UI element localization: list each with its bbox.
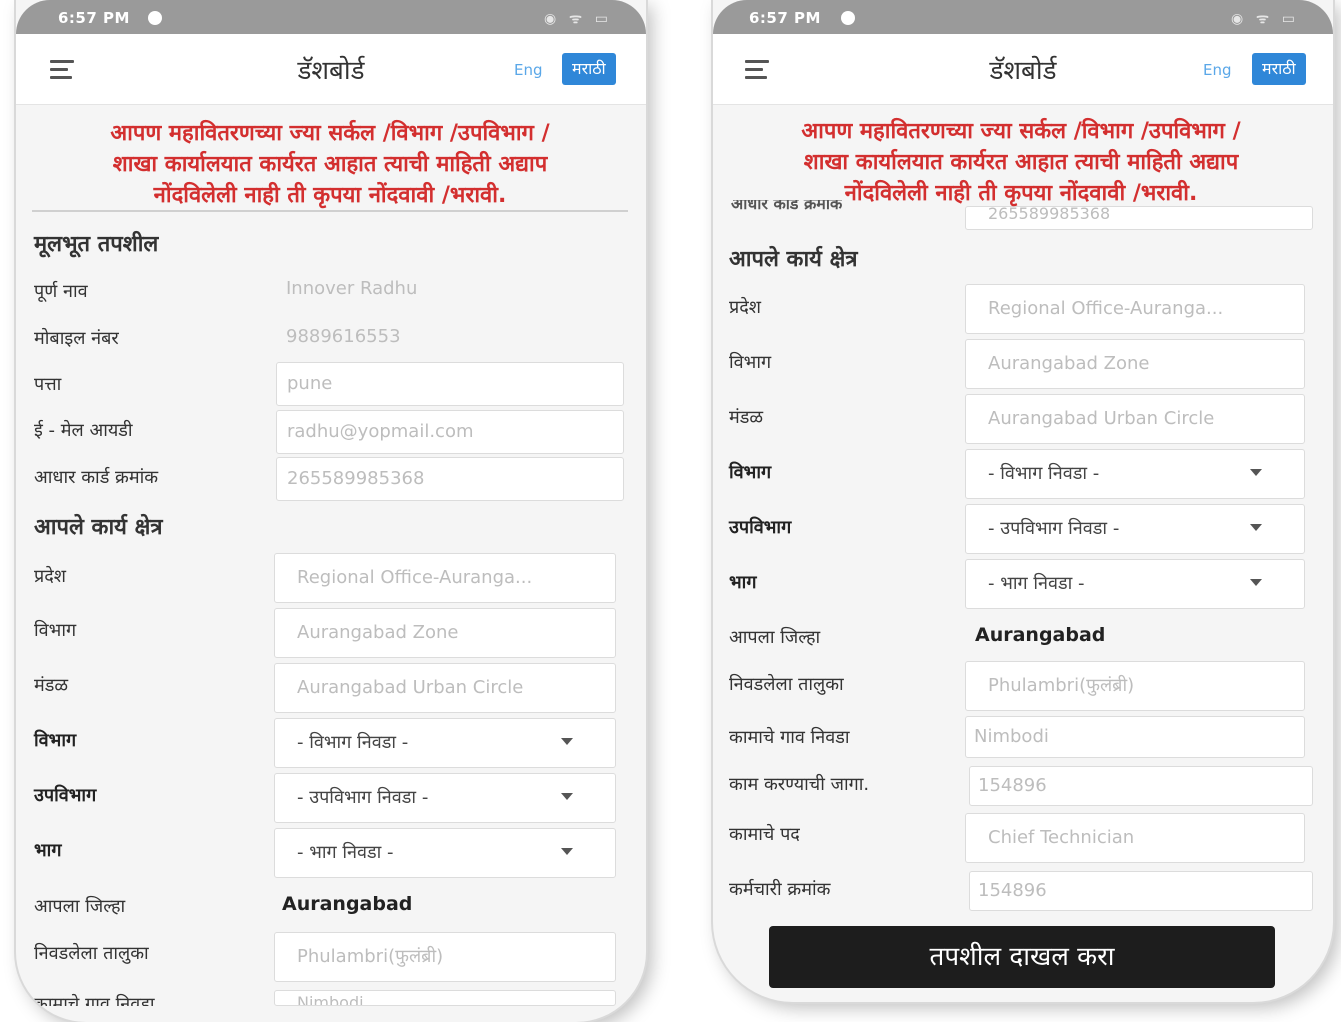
language-marathi-button[interactable]: मराठी [562, 53, 616, 85]
division-label: विभाग [34, 730, 77, 751]
notice-line-3: नोंदविलेली नाही ती कृपया नोंदवावी /भरावी… [844, 181, 1198, 206]
part-select[interactable]: - भाग निवडा - [965, 559, 1305, 609]
part-label: भाग [729, 572, 757, 593]
employee-number-label: कर्मचारी क्रमांक [729, 879, 831, 900]
taluka-field[interactable]: Phulambri(फुलंब्री) [965, 661, 1305, 711]
circle-label: मंडळ [729, 407, 764, 428]
designation-label: कामाचे पद [729, 824, 800, 845]
division-select-value: - विभाग निवडा - [988, 463, 1100, 484]
district-label: आपला जिल्हा [34, 896, 126, 917]
notice-line-2: शाखा कार्यालयात कार्यरत आहात त्याची माहि… [803, 150, 1239, 175]
district-label: आपला जिल्हा [729, 627, 821, 648]
basic-details-heading: मूलभूत तपशील [34, 232, 159, 257]
part-select-value: - भाग निवडा - [988, 573, 1085, 594]
status-time: 6:57 PM [749, 9, 821, 27]
chevron-down-icon [1250, 469, 1262, 476]
mobile-value: 9889616553 [286, 326, 401, 347]
notification-icon [841, 11, 855, 25]
aadhar-label: आधार कार्ड क्रमांक [34, 467, 159, 488]
division-select[interactable]: - विभाग निवडा - [274, 718, 616, 768]
employee-number-field[interactable]: 154896 [969, 871, 1313, 911]
mobile-label: मोबाइल नंबर [34, 328, 119, 349]
notice-line-1: आपण महावितरणच्या ज्या सर्कल /विभाग /उपवि… [110, 121, 550, 146]
page-title: डॅशबोर्ड [297, 56, 365, 86]
subdivision-label: उपविभाग [34, 785, 97, 806]
email-label: ई - मेल आयडी [34, 420, 133, 441]
taluka-label: निवडलेला तालुका [34, 943, 149, 964]
chevron-down-icon [561, 848, 573, 855]
zone-label: विभाग [729, 352, 772, 373]
village-field-clipped[interactable]: Nimbodi [274, 990, 616, 1006]
circle-field[interactable]: Aurangabad Urban Circle [274, 663, 616, 713]
taluka-field[interactable]: Phulambri(फुलंब्री) [274, 932, 616, 982]
page-title: डॅशबोर्ड [989, 56, 1057, 86]
circle-field[interactable]: Aurangabad Urban Circle [965, 394, 1305, 444]
circle-label: मंडळ [34, 675, 69, 696]
subdivision-select[interactable]: - उपविभाग निवडा - [965, 504, 1305, 554]
app-bar: डॅशबोर्ड Eng मराठी [713, 34, 1333, 105]
division-select-value: - विभाग निवडा - [297, 732, 409, 753]
zone-field[interactable]: Aurangabad Zone [274, 608, 616, 658]
designation-field[interactable]: Chief Technician [965, 813, 1305, 863]
zone-label: विभाग [34, 620, 77, 641]
village-label: कामाचे गाव निवडा [729, 727, 850, 748]
notice-line-1: आपण महावितरणच्या ज्या सर्कल /विभाग /उपवि… [801, 119, 1241, 144]
language-english-button[interactable]: Eng [514, 61, 543, 79]
email-field[interactable]: radhu@yopmail.com [276, 410, 624, 454]
status-bar: 6:57 PM ◉ ᯤ ▭ [713, 0, 1333, 34]
subdivision-select-value: - उपविभाग निवडा - [297, 787, 429, 808]
full-name-label: पूर्ण नाव [34, 281, 88, 302]
region-label: प्रदेश [729, 297, 762, 318]
village-label-clipped: कामाचे गाव निवडा [34, 994, 155, 1006]
region-field[interactable]: Regional Office-Auranga... [274, 553, 616, 603]
subdivision-select[interactable]: - उपविभाग निवडा - [274, 773, 616, 823]
notice-line-2: शाखा कार्यालयात कार्यरत आहात त्याची माहि… [112, 152, 548, 177]
status-bar: 6:57 PM ◉ ᯤ ▭ [16, 0, 646, 34]
chevron-down-icon [1250, 524, 1262, 531]
submit-details-button[interactable]: तपशील दाखल करा [769, 926, 1275, 988]
workplace-field[interactable]: 154896 [969, 766, 1313, 806]
work-area-heading: आपले कार्य क्षेत्र [34, 515, 163, 540]
workplace-label: काम करण्याची जागा. [729, 774, 870, 795]
profile-incomplete-notice: आपण महावितरणच्या ज्या सर्कल /विभाग /उपवि… [723, 116, 1319, 209]
right-phone-screen: 6:57 PM ◉ ᯤ ▭ डॅशबोर्ड Eng मराठी आधार का… [713, 0, 1333, 1002]
subdivision-label: उपविभाग [729, 517, 792, 538]
part-select[interactable]: - भाग निवडा - [274, 828, 616, 878]
region-label: प्रदेश [34, 566, 67, 587]
language-marathi-button[interactable]: मराठी [1252, 53, 1306, 85]
work-area-heading: आपले कार्य क्षेत्र [729, 247, 858, 272]
app-bar: डॅशबोर्ड Eng मराठी [16, 34, 646, 105]
divider [32, 210, 628, 212]
division-select[interactable]: - विभाग निवडा - [965, 449, 1305, 499]
taluka-label: निवडलेला तालुका [729, 674, 844, 695]
notice-line-3: नोंदविलेली नाही ती कृपया नोंदवावी /भरावी… [153, 183, 507, 208]
status-time: 6:57 PM [58, 9, 130, 27]
chevron-down-icon [561, 793, 573, 800]
village-field[interactable]: Nimbodi [965, 716, 1305, 758]
status-icons: ◉ ᯤ ▭ [1231, 11, 1299, 27]
aadhar-field-clipped[interactable]: 265589985368 [965, 206, 1313, 230]
address-label: पत्ता [34, 374, 62, 395]
subdivision-select-value: - उपविभाग निवडा - [988, 518, 1120, 539]
full-name-value: Innover Radhu [286, 278, 418, 299]
profile-incomplete-notice: आपण महावितरणच्या ज्या सर्कल /विभाग /उपवि… [30, 118, 630, 211]
district-value: Aurangabad [975, 624, 1106, 646]
part-label: भाग [34, 840, 62, 861]
status-icons: ◉ ᯤ ▭ [544, 11, 612, 27]
division-label: विभाग [729, 462, 772, 483]
district-value: Aurangabad [282, 893, 413, 915]
zone-field[interactable]: Aurangabad Zone [965, 339, 1305, 389]
aadhar-field[interactable]: 265589985368 [276, 457, 624, 501]
left-phone-screen: 6:57 PM ◉ ᯤ ▭ डॅशबोर्ड Eng मराठी आपण महा… [16, 0, 646, 1022]
address-field[interactable]: pune [276, 362, 624, 406]
region-field[interactable]: Regional Office-Auranga... [965, 284, 1305, 334]
notification-icon [148, 11, 162, 25]
chevron-down-icon [1250, 579, 1262, 586]
part-select-value: - भाग निवडा - [297, 842, 394, 863]
language-english-button[interactable]: Eng [1203, 61, 1232, 79]
chevron-down-icon [561, 738, 573, 745]
